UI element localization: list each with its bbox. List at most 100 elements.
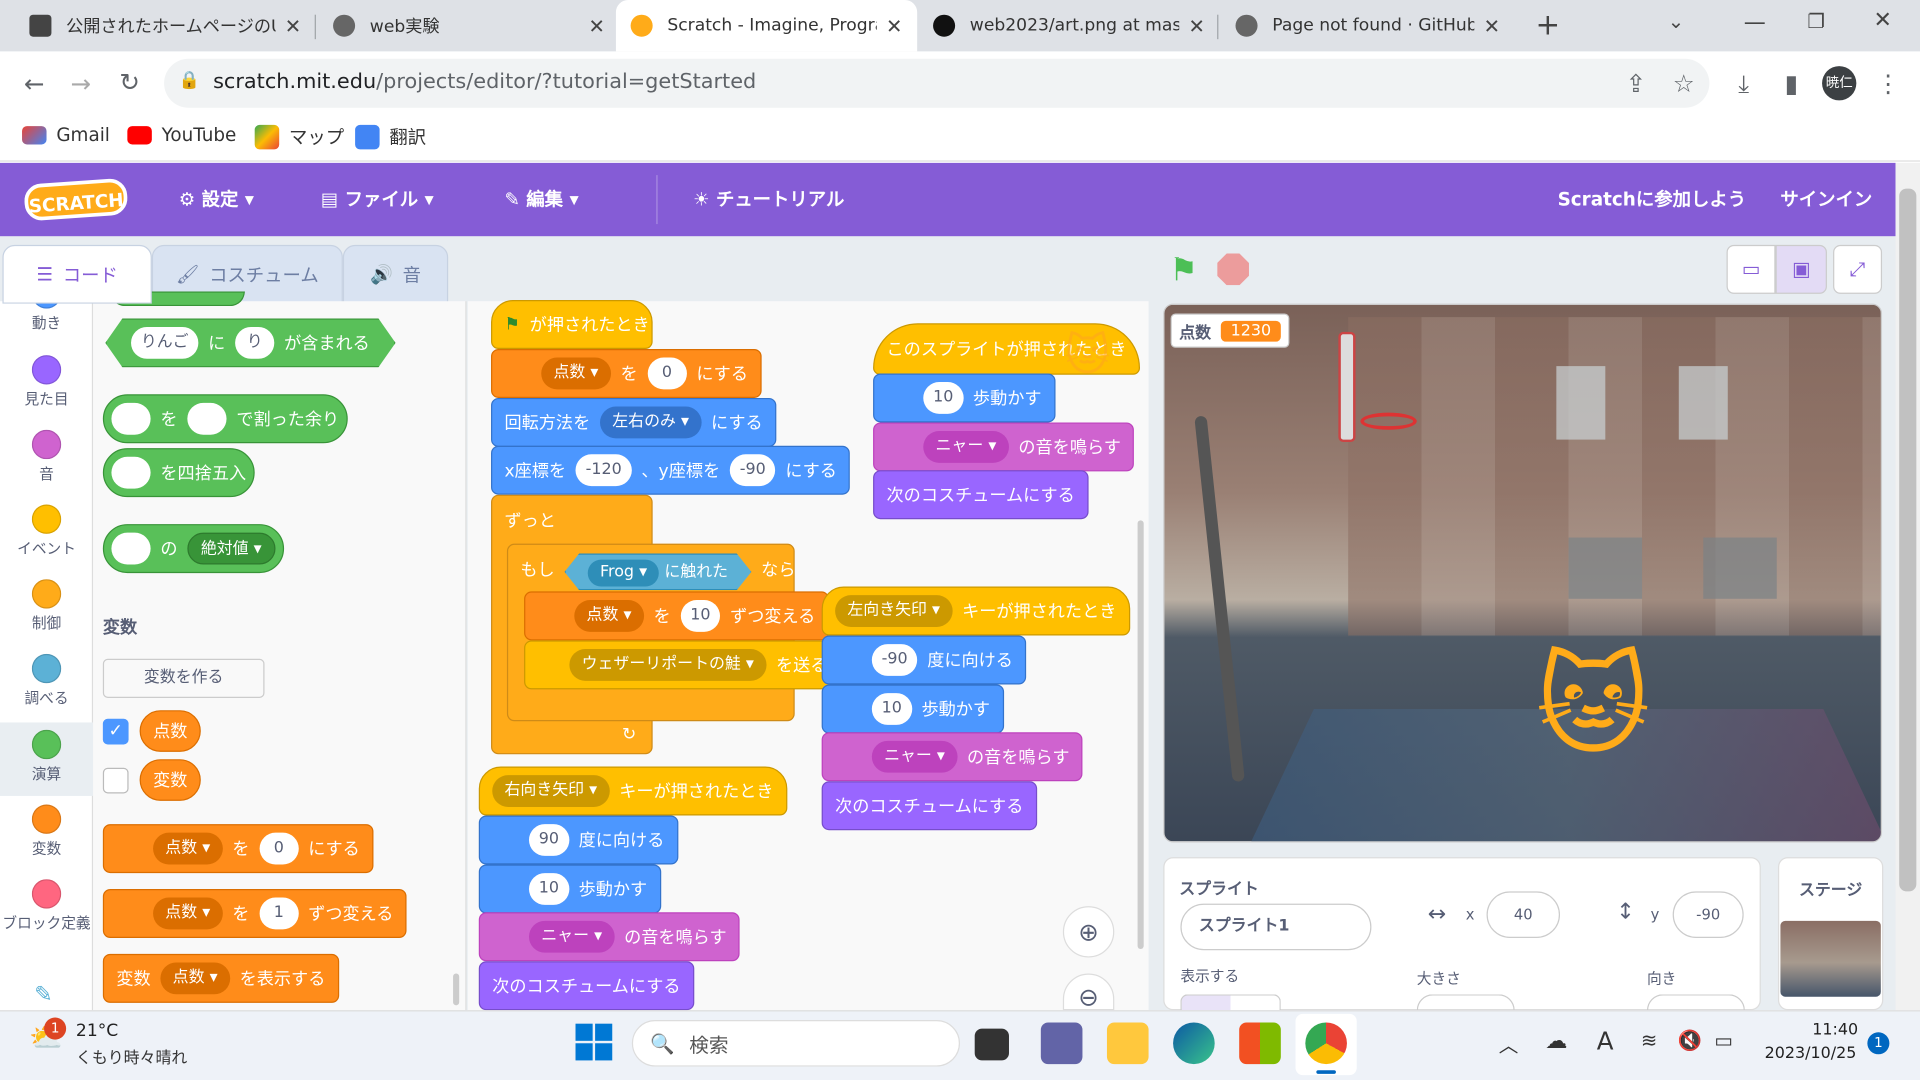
visibility-toggle[interactable] — [1180, 994, 1281, 1011]
stage-canvas[interactable]: 🐱 — [1163, 303, 1883, 843]
var-dropdown[interactable]: 点数 ▾ — [541, 357, 611, 390]
sprite-name-input[interactable]: スプライト1 — [1180, 903, 1372, 951]
sound-dropdown[interactable]: ニャー ▾ — [923, 431, 1009, 463]
var-dropdown[interactable]: 点数 ▾ — [574, 600, 644, 632]
edit-menu[interactable]: ✎ 編集 ▾ — [504, 186, 578, 212]
star-icon[interactable]: ☆ — [1667, 69, 1701, 98]
var2-checkbox[interactable] — [102, 767, 129, 794]
onedrive-icon[interactable]: ☁ — [1545, 1029, 1567, 1055]
url-text[interactable]: scratch.mit.edu/projects/editor/?tutoria… — [213, 70, 756, 94]
profile-avatar[interactable]: 暁仁 — [1822, 66, 1857, 101]
next-costume-block[interactable]: 次のコスチュームにする — [821, 781, 1037, 831]
set-var-block[interactable]: 点数 ▾ を 0 にする — [491, 348, 762, 398]
input-empty[interactable] — [187, 402, 227, 435]
goto-xy-block[interactable]: x座標を -120 、y座標を -90 にする — [491, 445, 851, 495]
next-costume-block[interactable]: 次のコスチュームにする — [873, 470, 1089, 520]
chevron-up-icon[interactable]: ︿ — [1499, 1029, 1519, 1058]
var-dropdown[interactable]: 点数 ▾ — [153, 897, 223, 930]
windows-start-icon[interactable] — [575, 1023, 613, 1061]
palette-set-var-block[interactable]: 点数 ▾ を 0 にする — [102, 824, 374, 874]
var-dropdown[interactable]: 点数 ▾ — [153, 832, 223, 865]
cat-sprite-icon[interactable]: 🐱 — [1526, 633, 1661, 780]
input-number[interactable]: 10 — [528, 873, 569, 905]
key-dropdown[interactable]: 左向き矢印 ▾ — [835, 595, 953, 627]
tab-search-icon[interactable]: ⌄ — [1668, 10, 1684, 33]
input-number[interactable]: 90 — [528, 824, 569, 856]
bookmark-translate[interactable]: 翻訳 — [355, 124, 426, 150]
bookmark-youtube[interactable]: YouTube — [127, 124, 236, 146]
sound-dropdown[interactable]: ニャー ▾ — [871, 740, 958, 773]
more-menu-icon[interactable]: ⋮ — [1871, 69, 1905, 98]
key-dropdown[interactable]: 右向き矢印 ▾ — [492, 775, 610, 807]
message-dropdown[interactable]: ウェザーリポートの鮭 ▾ — [569, 648, 767, 681]
task-view-icon[interactable] — [974, 1028, 1009, 1061]
wifi-icon[interactable]: ≋ — [1641, 1029, 1657, 1052]
mod-block[interactable]: を で割った余り — [102, 394, 348, 444]
restore-icon[interactable]: ❐ — [1807, 10, 1825, 33]
minimize-icon[interactable]: — — [1744, 10, 1766, 36]
volume-muted-icon[interactable]: 🔇 — [1678, 1029, 1702, 1052]
category-operators-selected[interactable]: 演算 — [0, 722, 94, 796]
clock-time[interactable]: 11:40 — [1812, 1021, 1858, 1039]
category-variables[interactable]: 変数 — [0, 804, 93, 858]
category-control[interactable]: 制御 — [0, 579, 93, 633]
input-number[interactable]: 0 — [259, 832, 299, 865]
tab-code[interactable]: ☰ コード — [2, 244, 152, 304]
close-icon[interactable]: ✕ — [588, 14, 604, 37]
move-steps-block[interactable]: 10 歩動かす — [478, 864, 661, 914]
join-scratch-link[interactable]: Scratchに参加しよう — [1558, 186, 1747, 212]
point-direction-block[interactable]: -90 度に向ける — [821, 635, 1027, 685]
play-sound-block[interactable]: ニャー ▾ の音を鳴らす — [873, 422, 1135, 472]
input-number[interactable]: 1 — [259, 897, 299, 930]
file-explorer-icon[interactable] — [1106, 1022, 1149, 1065]
category-sound[interactable]: 音 — [0, 429, 93, 484]
tutorials-menu[interactable]: ☀ チュートリアル — [693, 186, 844, 212]
variable-monitor[interactable]: 点数 1230 — [1170, 313, 1290, 348]
weather-desc[interactable]: くもり時々晴れ — [76, 1044, 187, 1067]
category-sensing[interactable]: 調べる — [0, 653, 93, 708]
move-steps-block[interactable]: 10 歩動かす — [873, 373, 1055, 423]
close-icon[interactable]: ✕ — [886, 14, 902, 37]
store-icon[interactable] — [1239, 1022, 1281, 1065]
new-tab-icon[interactable]: + — [1536, 7, 1561, 41]
zoom-in-icon[interactable]: ⊕ — [1062, 906, 1115, 958]
tab-sounds[interactable]: 🔊 音 — [342, 244, 449, 304]
stage-thumbnail[interactable] — [1780, 920, 1881, 997]
abs-block[interactable]: の絶対値 ▾ — [102, 524, 284, 574]
notification-badge[interactable]: 1 — [1867, 1032, 1890, 1055]
window-close-icon[interactable]: ✕ — [1873, 7, 1891, 33]
input-number[interactable]: -90 — [871, 644, 918, 676]
battery-icon[interactable]: ▭ — [1714, 1029, 1733, 1052]
play-sound-block[interactable]: ニャー ▾ の音を鳴らす — [478, 912, 741, 962]
tab-4[interactable]: web2023/art.png at mas ✕ — [918, 0, 1219, 51]
input-number[interactable]: -120 — [575, 454, 632, 487]
category-looks[interactable]: 見た目 — [0, 355, 93, 409]
input-number[interactable]: 10 — [871, 693, 912, 725]
op-dropdown[interactable]: 絶対値 ▾ — [187, 532, 276, 565]
input-number[interactable]: 0 — [647, 357, 687, 390]
rotation-dropdown[interactable]: 左右のみ ▾ — [600, 406, 702, 439]
tab-3-active[interactable]: Scratch - Imagine, Progra ✕ — [615, 0, 918, 52]
x-input[interactable]: 40 — [1486, 891, 1561, 938]
bookmark-gmail[interactable]: Gmail — [22, 124, 110, 146]
tab-2[interactable]: web実験 ✕ — [318, 0, 619, 51]
var-dropdown[interactable]: 点数 ▾ — [160, 962, 230, 995]
green-flag-icon[interactable]: ⚑ — [1169, 252, 1198, 289]
sprite-dropdown[interactable]: Frog ▾ — [588, 560, 660, 587]
forward-icon[interactable]: → — [64, 69, 98, 98]
category-events[interactable]: イベント — [0, 504, 93, 558]
next-costume-block[interactable]: 次のコスチュームにする — [478, 961, 694, 1011]
var1-checkbox-checked[interactable]: ✓ — [102, 718, 129, 745]
file-menu[interactable]: ▤ ファイル ▾ — [321, 186, 434, 212]
var1-reporter[interactable]: 点数 — [139, 710, 201, 752]
clock-date[interactable]: 2023/10/25 — [1763, 1044, 1857, 1062]
input-text[interactable]: り — [235, 327, 274, 359]
large-stage-icon[interactable]: ▣ — [1775, 244, 1827, 294]
reload-icon[interactable]: ↻ — [113, 67, 147, 96]
size-input[interactable] — [1416, 994, 1515, 1011]
taskbar-search[interactable]: 🔍 検索 — [631, 1020, 961, 1067]
bookmark-maps[interactable]: マップ — [254, 124, 344, 150]
close-icon[interactable]: ✕ — [285, 14, 301, 37]
close-icon[interactable]: ✕ — [1484, 14, 1500, 37]
y-input[interactable]: -90 — [1672, 891, 1744, 938]
